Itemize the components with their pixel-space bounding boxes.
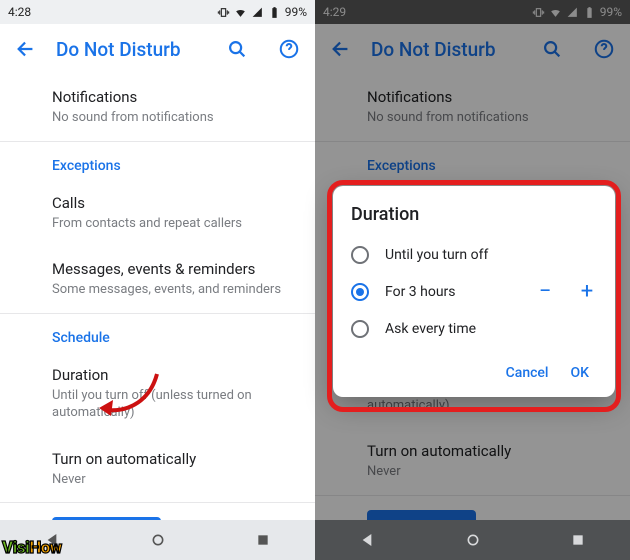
plus-button[interactable]: + <box>577 282 597 302</box>
wifi-icon <box>234 6 247 19</box>
visihow-logo: VisiHow <box>2 538 62 558</box>
status-battery: 99% <box>285 5 307 19</box>
option-ask[interactable]: Ask every time <box>351 311 597 347</box>
status-time: 4:28 <box>8 5 31 19</box>
app-bar: Do Not Disturb <box>0 24 315 74</box>
nav-recent[interactable] <box>569 531 587 549</box>
item-sub: Never <box>52 471 295 489</box>
option-label: Ask every time <box>385 321 597 337</box>
divider <box>0 502 315 503</box>
item-sub: No sound from notifications <box>52 109 295 127</box>
item-title: Turn on automatically <box>52 450 295 468</box>
section-schedule: Schedule <box>0 314 315 352</box>
nav-back[interactable] <box>359 531 377 549</box>
option-for-hours[interactable]: For 3 hours − + <box>351 273 597 311</box>
duration-dialog: Duration Until you turn off For 3 hours … <box>333 186 615 397</box>
option-label: For 3 hours <box>385 284 519 300</box>
radio-icon <box>351 320 369 338</box>
minus-button[interactable]: − <box>535 282 555 302</box>
phone-left: 4:28 99% Do Not Disturb Notifications No… <box>0 0 315 560</box>
dialog-title: Duration <box>351 204 597 225</box>
item-duration[interactable]: Duration Until you turn off (unless turn… <box>0 352 315 436</box>
signal-icon <box>251 6 264 19</box>
battery-icon <box>268 6 281 19</box>
item-sub: Some messages, events, and reminders <box>52 281 295 299</box>
vibrate-icon <box>217 6 230 19</box>
radio-icon <box>351 283 369 301</box>
page-title: Do Not Disturb <box>56 38 207 61</box>
status-bar: 4:28 99% <box>0 0 315 24</box>
nav-bar <box>315 520 630 560</box>
item-title: Calls <box>52 194 295 212</box>
nav-recent[interactable] <box>254 531 272 549</box>
ok-button[interactable]: OK <box>571 365 590 381</box>
radio-icon <box>351 246 369 264</box>
item-calls[interactable]: Calls From contacts and repeat callers <box>0 180 315 247</box>
item-messages[interactable]: Messages, events & reminders Some messag… <box>0 246 315 313</box>
item-title: Messages, events & reminders <box>52 260 295 278</box>
search-button[interactable] <box>225 37 249 61</box>
item-auto[interactable]: Turn on automatically Never <box>0 436 315 503</box>
item-sub: From contacts and repeat callers <box>52 215 295 233</box>
help-button[interactable] <box>277 37 301 61</box>
back-button[interactable] <box>14 37 38 61</box>
nav-home[interactable] <box>149 531 167 549</box>
cancel-button[interactable]: Cancel <box>506 365 549 381</box>
item-sub: Until you turn off (unless turned on aut… <box>52 387 295 422</box>
item-title: Duration <box>52 366 295 384</box>
option-until-off[interactable]: Until you turn off <box>351 237 597 273</box>
nav-home[interactable] <box>464 531 482 549</box>
item-notifications[interactable]: Notifications No sound from notification… <box>0 74 315 141</box>
section-exceptions: Exceptions <box>0 142 315 180</box>
option-label: Until you turn off <box>385 247 597 263</box>
item-title: Notifications <box>52 88 295 106</box>
